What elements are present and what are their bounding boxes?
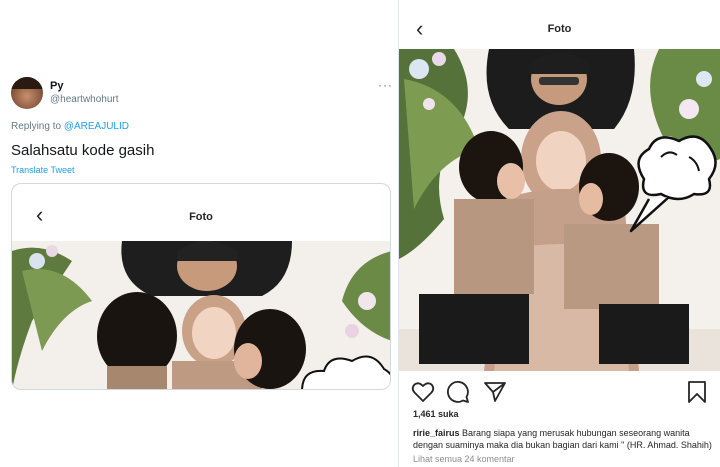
family-photo[interactable] bbox=[399, 49, 720, 371]
share-icon[interactable] bbox=[483, 380, 507, 404]
author-handle[interactable]: @heartwhohurt bbox=[50, 94, 119, 105]
translate-tweet-link[interactable]: Translate Tweet bbox=[11, 165, 75, 175]
instagram-post: ‹ Foto 1,461 suka ririe_fairus Barang si… bbox=[399, 0, 720, 467]
caption-username[interactable]: ririe_fairus bbox=[413, 428, 460, 438]
embedded-title: Foto bbox=[189, 211, 213, 223]
embedded-image[interactable]: ‹ Foto bbox=[11, 183, 391, 390]
page-title: Foto bbox=[547, 23, 572, 35]
comment-icon[interactable] bbox=[446, 380, 470, 404]
tweet-text: Salahsatu kode gasih bbox=[11, 142, 155, 159]
avatar[interactable] bbox=[11, 77, 43, 109]
family-photo-cropped bbox=[12, 241, 390, 389]
author-name[interactable]: Py bbox=[50, 80, 63, 92]
replying-prefix: Replying to bbox=[11, 121, 64, 132]
more-options-icon[interactable]: ··· bbox=[378, 78, 393, 92]
replying-to: Replying to @AREAJULID bbox=[11, 121, 129, 132]
caption: ririe_fairus Barang siapa yang merusak h… bbox=[413, 427, 713, 451]
view-comments-link[interactable]: Lihat semua 24 komentar bbox=[413, 454, 515, 464]
likes-count[interactable]: 1,461 suka bbox=[413, 409, 459, 419]
mention-link[interactable]: @AREAJULID bbox=[64, 121, 129, 132]
heart-icon[interactable] bbox=[411, 380, 435, 404]
bookmark-icon[interactable] bbox=[685, 380, 709, 404]
action-bar bbox=[411, 380, 711, 404]
tweet-panel: Py @heartwhohurt ··· Replying to @AREAJU… bbox=[0, 0, 399, 467]
